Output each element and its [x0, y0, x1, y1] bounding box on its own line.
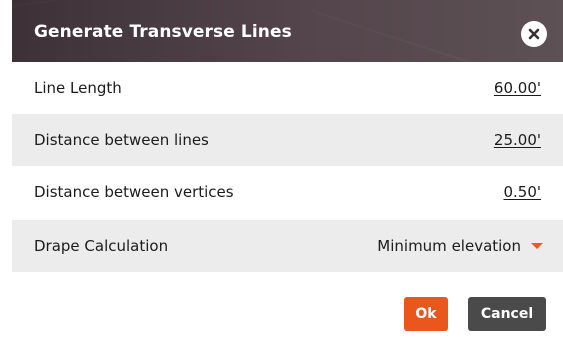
- distance-between-lines-label: Distance between lines: [34, 131, 209, 149]
- dialog-title: Generate Transverse Lines: [34, 22, 292, 42]
- line-length-label: Line Length: [34, 79, 122, 97]
- ok-button[interactable]: Ok: [404, 297, 448, 331]
- generate-transverse-lines-dialog: Generate Transverse Lines Line Length 60…: [12, 0, 563, 352]
- line-length-value[interactable]: 60.00': [494, 79, 541, 97]
- distance-between-vertices-label: Distance between vertices: [34, 183, 234, 201]
- cancel-button[interactable]: Cancel: [468, 297, 546, 331]
- caret-down-icon: [531, 243, 543, 249]
- distance-between-lines-row: Distance between lines 25.00': [12, 114, 563, 166]
- line-length-row: Line Length 60.00': [12, 62, 563, 114]
- distance-between-vertices-value[interactable]: 0.50': [503, 183, 541, 201]
- distance-between-lines-value[interactable]: 25.00': [494, 131, 541, 149]
- drape-calculation-selected-value: Minimum elevation: [377, 237, 521, 255]
- drape-calculation-select[interactable]: Minimum elevation: [377, 237, 543, 255]
- dialog-header: Generate Transverse Lines: [12, 0, 563, 62]
- close-button[interactable]: [521, 21, 547, 47]
- drape-calculation-row: Drape Calculation Minimum elevation: [12, 220, 563, 272]
- close-icon: [528, 28, 540, 40]
- distance-between-vertices-row: Distance between vertices 0.50': [12, 166, 563, 218]
- drape-calculation-label: Drape Calculation: [34, 237, 169, 255]
